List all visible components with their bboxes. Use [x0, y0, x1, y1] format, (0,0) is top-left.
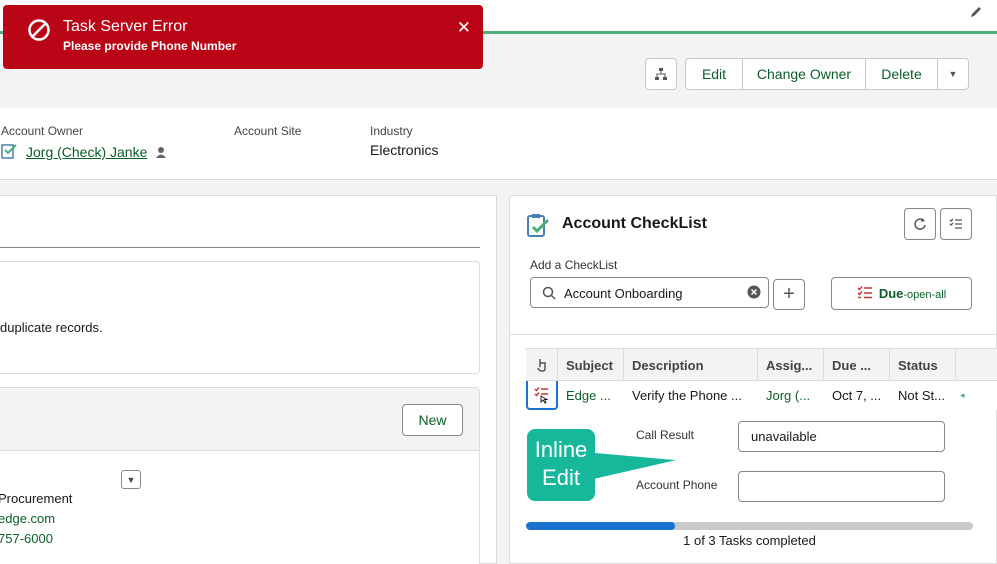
checklist-panel: Account CheckList Add a CheckList Accoun… — [509, 195, 997, 564]
chevron-down-icon: ▼ — [126, 474, 136, 485]
task-list-icon — [949, 218, 962, 229]
site-label: Account Site — [234, 124, 302, 138]
record-actions: Edit Change Owner Delete ▼ — [685, 58, 969, 90]
divider — [510, 334, 997, 335]
change-owner-button[interactable]: Change Owner — [742, 58, 866, 90]
user-icon — [1, 142, 19, 163]
row-assigned-link[interactable]: Jorg (... — [758, 381, 824, 410]
edit-button[interactable]: Edit — [685, 58, 743, 90]
pointer-icon — [536, 359, 546, 372]
task-list-icon — [534, 386, 549, 404]
row-subject-link[interactable]: Edge ... — [558, 381, 624, 410]
due-label: Due — [878, 286, 904, 301]
checklist-search-input[interactable]: Account Onboarding — [530, 277, 769, 308]
refresh-icon — [914, 218, 926, 230]
column-header-subject[interactable]: Subject — [558, 349, 624, 381]
row-task-toggle[interactable] — [526, 381, 558, 410]
contact-email-link[interactable]: edge.com — [0, 511, 55, 526]
industry-value: Electronics — [370, 142, 439, 158]
refresh-button[interactable] — [904, 208, 936, 240]
clear-icon[interactable] — [747, 285, 761, 302]
drag-column-header — [526, 349, 558, 381]
hierarchy-icon — [655, 68, 667, 80]
row-actions-dropdown[interactable]: ▼ — [121, 470, 141, 489]
task-list-icon — [857, 285, 873, 302]
column-header-assigned[interactable]: Assig... — [758, 349, 824, 381]
plus-icon: + — [783, 283, 795, 305]
duplicate-notice-card: duplicate records. — [0, 261, 480, 374]
divider — [0, 247, 480, 248]
owner-link[interactable]: Jorg (Check) Janke — [26, 144, 147, 160]
toast-message: Please provide Phone Number — [63, 39, 237, 53]
column-header-due[interactable]: Due ... — [824, 349, 890, 381]
call-result-label: Call Result — [636, 428, 695, 442]
progress-text: 1 of 3 Tasks completed — [683, 533, 816, 548]
industry-label: Industry — [370, 124, 413, 138]
progress-fill — [526, 522, 675, 530]
due-sub-label: -open-all — [903, 289, 947, 301]
new-button[interactable]: New — [402, 404, 463, 436]
checklist-title: Account CheckList — [562, 215, 707, 232]
row-status: Not St... — [898, 388, 945, 403]
task-table: Subject Description Assig... Due ... Sta… — [526, 348, 997, 414]
callout-pointer — [594, 447, 676, 479]
table-header: Subject Description Assig... Due ... Sta… — [526, 348, 997, 381]
change-owner-icon[interactable] — [156, 146, 168, 161]
more-actions-button[interactable]: ▼ — [937, 58, 969, 90]
add-checklist-label: Add a CheckList — [530, 258, 618, 272]
column-header-status[interactable]: Status — [890, 349, 956, 381]
toast-title: Task Server Error — [63, 18, 188, 35]
table-row: Edge ... Verify the Phone ... Jorg (... … — [526, 381, 997, 410]
search-value: Account Onboarding — [564, 286, 683, 301]
duplicate-notice-text: duplicate records. — [0, 320, 103, 335]
inline-edit-callout: Inline Edit — [527, 429, 595, 501]
owner-label: Account Owner — [1, 124, 84, 138]
delete-button[interactable]: Delete — [865, 58, 938, 90]
checklist-icon — [526, 212, 550, 241]
due-filter-button[interactable]: Due-open-all — [831, 277, 972, 310]
close-icon[interactable]: ✕ — [457, 18, 471, 38]
contacts-card-header: New — [0, 388, 479, 451]
add-checklist-button[interactable]: + — [773, 279, 805, 310]
column-header-description[interactable]: Description — [624, 349, 758, 381]
left-panel: duplicate records. New ▼ Procurement edg… — [0, 195, 497, 564]
account-phone-label: Account Phone — [636, 478, 718, 492]
row-action-icon[interactable]: ◂ — [958, 381, 972, 410]
search-icon — [542, 286, 556, 303]
task-list-button[interactable] — [940, 208, 972, 240]
row-due: Oct 7, ... — [832, 388, 882, 403]
call-result-input[interactable]: unavailable — [738, 421, 945, 452]
error-icon — [27, 18, 51, 42]
contact-phone-link[interactable]: 757-6000 — [0, 531, 53, 546]
contact-title: Procurement — [0, 491, 73, 506]
chevron-down-icon: ▼ — [948, 69, 958, 79]
hierarchy-button[interactable] — [645, 58, 677, 90]
error-toast: Task Server Error Please provide Phone N… — [3, 5, 483, 69]
contacts-card: New ▼ Procurement edge.com 757-6000 — [0, 387, 480, 564]
account-phone-input[interactable] — [738, 471, 945, 502]
progress-bar — [526, 522, 973, 530]
pencil-icon[interactable] — [969, 5, 985, 21]
row-description: Verify the Phone ... — [632, 388, 742, 403]
